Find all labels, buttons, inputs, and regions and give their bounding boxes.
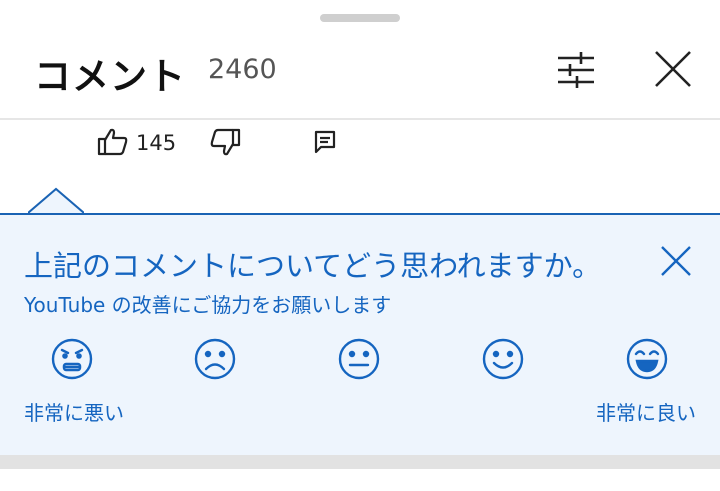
good-face-icon[interactable] [481,337,525,381]
like-count: 145 [136,131,177,155]
thumb-down-icon[interactable] [208,126,242,158]
survey-subtitle: YouTube の改善にご協力をお願いします [24,293,392,317]
thumb-up-icon[interactable] [96,126,130,158]
header-divider [0,118,720,120]
comment-actions: 145 [0,124,720,164]
scale-label-high: 非常に良い [596,401,696,425]
bottom-divider [0,455,720,469]
close-icon[interactable] [648,48,696,92]
reply-icon[interactable] [312,127,338,157]
feedback-survey: 上記のコメントについてどう思われますか。 YouTube の改善にご協力をお願い… [0,187,720,455]
drag-handle[interactable] [320,14,400,22]
sliders-icon[interactable] [552,48,600,92]
survey-border [0,213,720,215]
very-good-face-icon[interactable] [625,337,669,381]
bad-face-icon[interactable] [193,337,237,381]
scale-label-low: 非常に悪い [24,401,124,425]
neutral-face-icon[interactable] [337,337,381,381]
very-bad-face-icon[interactable] [50,337,94,381]
survey-question: 上記のコメントについてどう思われますか。 [24,249,602,283]
page-title: コメント [34,55,186,98]
close-icon[interactable] [656,241,696,281]
comment-count: 2460 [208,54,277,85]
